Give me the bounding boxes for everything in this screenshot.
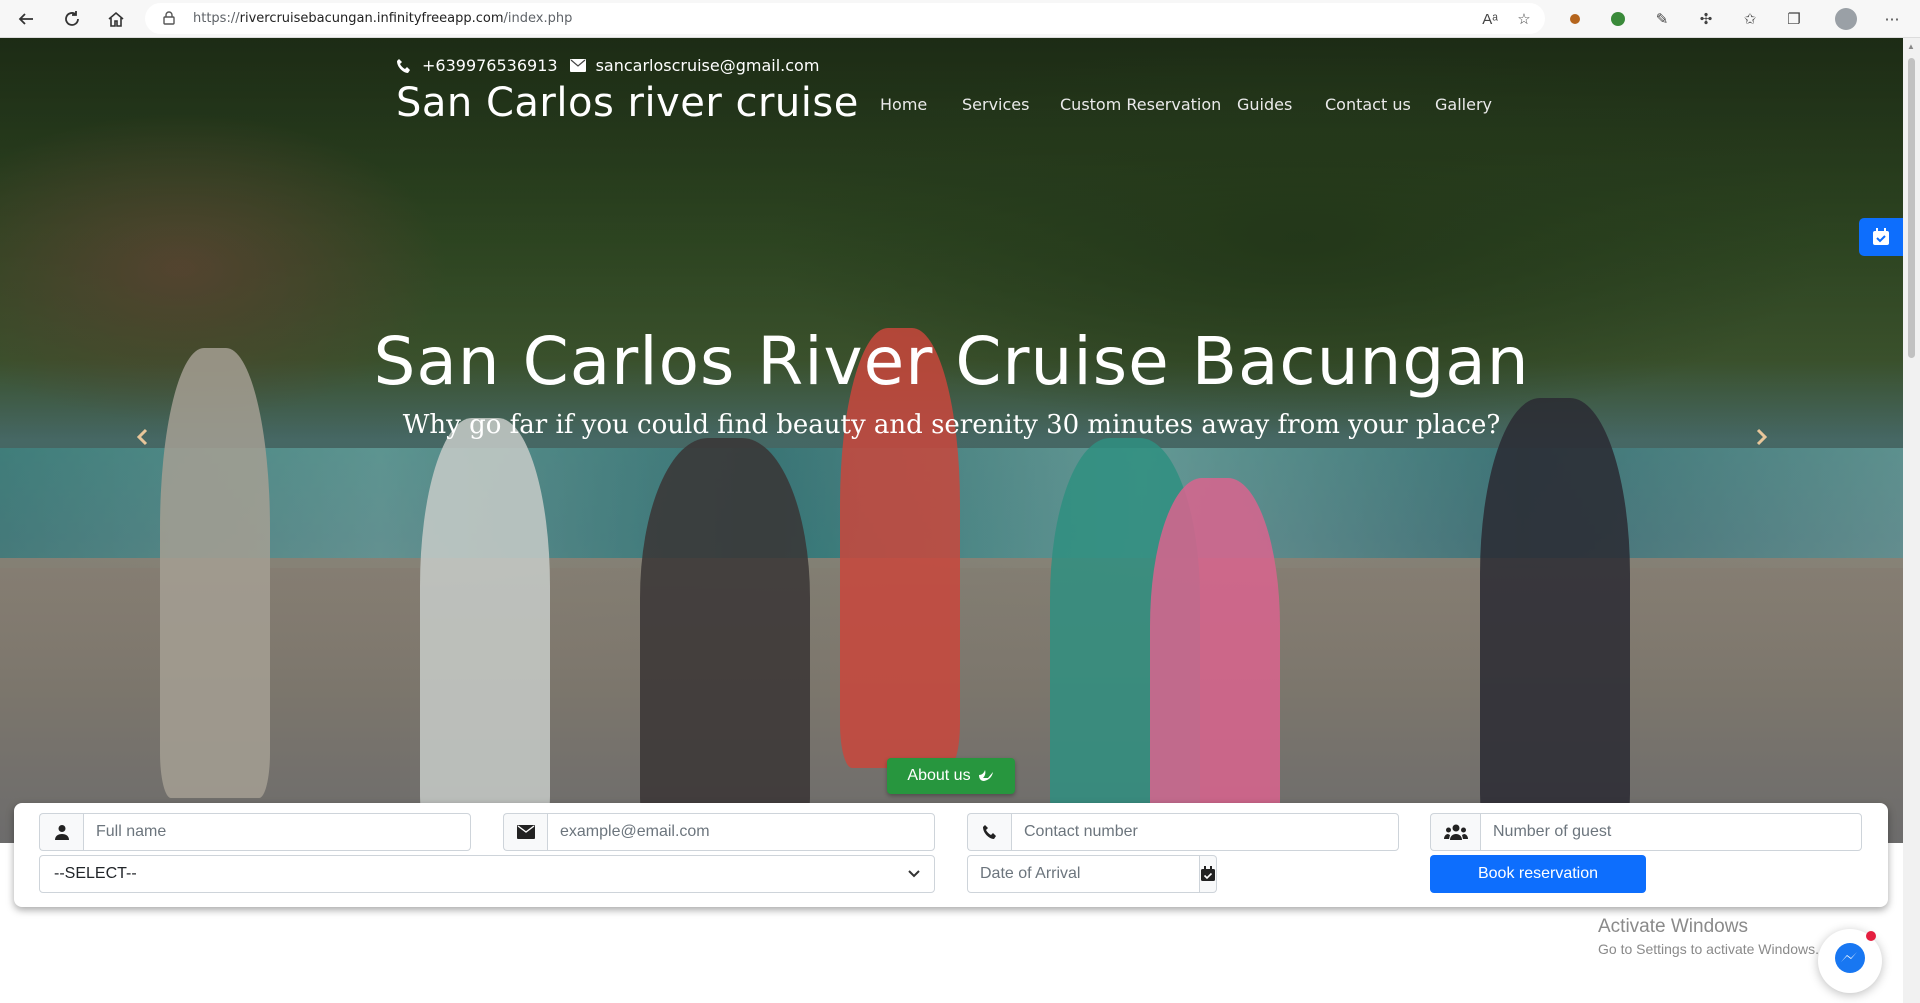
messenger-icon bbox=[1833, 942, 1867, 981]
contact-phone[interactable]: +639976536913 bbox=[422, 56, 558, 75]
browser-toolbar: https://rivercruisebacungan.infinityfree… bbox=[0, 0, 1920, 38]
calendar-check-icon[interactable] bbox=[1859, 218, 1903, 256]
envelope-icon bbox=[503, 813, 547, 851]
nav-custom-reservation[interactable]: Custom Reservation bbox=[1060, 95, 1221, 114]
lock-icon bbox=[163, 11, 175, 30]
about-us-label: About us bbox=[907, 767, 971, 784]
guest-count-group bbox=[1430, 813, 1862, 851]
nav-guides[interactable]: Guides bbox=[1237, 95, 1292, 114]
hero-photo-figure bbox=[420, 418, 550, 838]
collections-icon[interactable]: ❐ bbox=[1782, 7, 1806, 31]
profile-avatar[interactable] bbox=[1834, 7, 1858, 31]
carousel-next-icon[interactable] bbox=[1750, 426, 1772, 448]
refresh-icon[interactable] bbox=[58, 5, 86, 33]
read-aloud-icon[interactable]: Aᵃ bbox=[1478, 7, 1502, 31]
full-name-group bbox=[39, 813, 471, 851]
messenger-chat-button[interactable] bbox=[1818, 929, 1882, 993]
package-select-value: --SELECT-- bbox=[54, 865, 137, 882]
contact-bar: +639976536913 sancarloscruise@gmail.com bbox=[396, 56, 819, 75]
address-bar[interactable]: https://rivercruisebacungan.infinityfree… bbox=[145, 3, 1545, 34]
arrival-date-group bbox=[967, 855, 1217, 893]
notification-dot bbox=[1866, 931, 1876, 941]
full-name-input[interactable] bbox=[83, 813, 471, 851]
nav-home[interactable]: Home bbox=[880, 95, 927, 114]
add-favorite-icon[interactable]: ☆ bbox=[1512, 7, 1536, 31]
book-reservation-button[interactable]: Book reservation bbox=[1430, 855, 1646, 893]
contact-email[interactable]: sancarloscruise@gmail.com bbox=[596, 56, 820, 75]
extension-globe-icon[interactable] bbox=[1606, 7, 1630, 31]
page-viewport: +639976536913 sancarloscruise@gmail.com … bbox=[0, 38, 1920, 1003]
hero-subtitle: Why go far if you could find beauty and … bbox=[402, 410, 1501, 440]
page-scrollbar[interactable]: ▲ bbox=[1903, 38, 1920, 1003]
favorites-icon[interactable]: ✩ bbox=[1738, 7, 1762, 31]
nav-gallery[interactable]: Gallery bbox=[1435, 95, 1492, 114]
extension-cookie-icon[interactable] bbox=[1563, 7, 1587, 31]
arrival-date-input[interactable] bbox=[967, 855, 1200, 893]
phone-icon bbox=[396, 58, 412, 74]
email-input[interactable] bbox=[547, 813, 935, 851]
home-icon[interactable] bbox=[102, 5, 130, 33]
contact-number-group bbox=[967, 813, 1399, 851]
dove-icon bbox=[977, 766, 995, 787]
back-icon[interactable] bbox=[12, 5, 40, 33]
carousel-prev-icon[interactable] bbox=[132, 426, 154, 448]
reservation-form: --SELECT-- Book reservation bbox=[14, 803, 1888, 907]
hero-title: San Carlos River Cruise Bacungan bbox=[373, 323, 1530, 400]
about-us-button[interactable]: About us bbox=[887, 758, 1015, 794]
hero-carousel: +639976536913 sancarloscruise@gmail.com … bbox=[0, 38, 1903, 843]
activate-windows-title: Activate Windows bbox=[1598, 916, 1748, 937]
hero-photo-figure bbox=[640, 438, 810, 838]
contact-number-input[interactable] bbox=[1011, 813, 1399, 851]
more-menu-icon[interactable]: ⋯ bbox=[1880, 7, 1904, 31]
calendar-check-icon[interactable] bbox=[1200, 855, 1217, 893]
activate-windows-watermark: Activate Windows Go to Settings to activ… bbox=[1598, 916, 1819, 957]
nav-services[interactable]: Services bbox=[962, 95, 1029, 114]
hero-photo-figure bbox=[1150, 478, 1280, 843]
guest-count-input[interactable] bbox=[1480, 813, 1862, 851]
package-select[interactable]: --SELECT-- bbox=[39, 855, 935, 893]
users-icon bbox=[1430, 813, 1480, 851]
activate-windows-hint: Go to Settings to activate Windows. bbox=[1598, 941, 1819, 957]
site-brand[interactable]: San Carlos river cruise bbox=[396, 80, 859, 126]
hero-photo-figure bbox=[1480, 398, 1630, 838]
phone-icon bbox=[967, 813, 1011, 851]
url-text: https://rivercruisebacungan.infinityfree… bbox=[193, 11, 573, 26]
extensions-puzzle-icon[interactable]: ✣ bbox=[1694, 7, 1718, 31]
scrollbar-thumb[interactable] bbox=[1908, 58, 1915, 358]
envelope-icon bbox=[569, 59, 586, 72]
nav-contact-us[interactable]: Contact us bbox=[1325, 95, 1411, 114]
chevron-down-icon bbox=[908, 865, 920, 883]
eyedropper-icon[interactable]: ✎ bbox=[1650, 7, 1674, 31]
email-group bbox=[503, 813, 935, 851]
user-icon bbox=[39, 813, 83, 851]
